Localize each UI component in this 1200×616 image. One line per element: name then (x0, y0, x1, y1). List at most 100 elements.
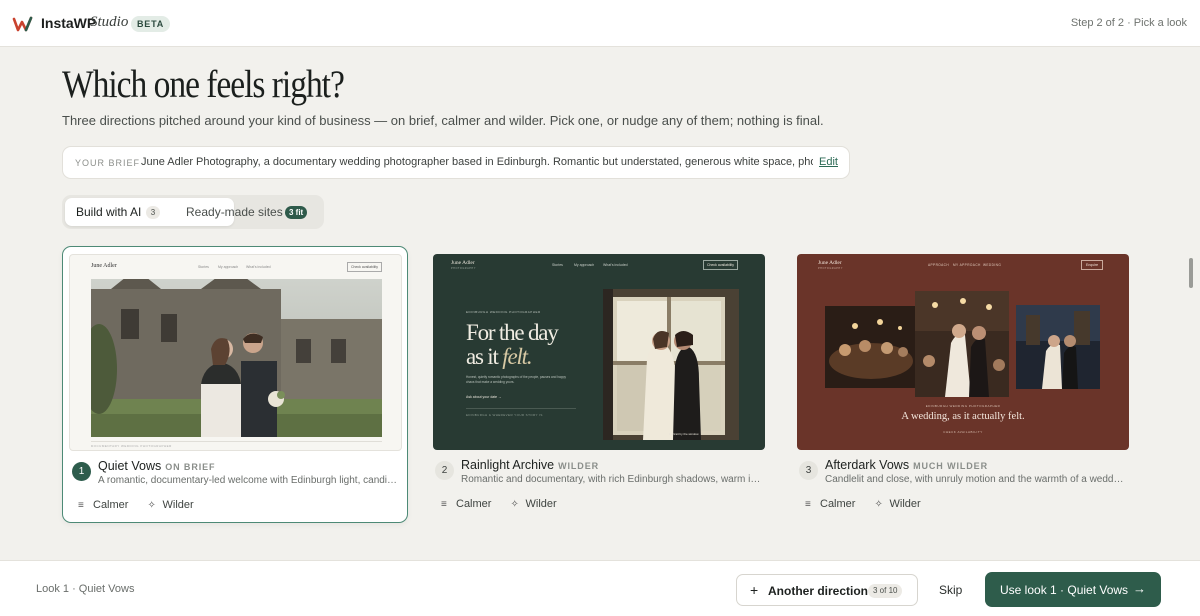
skip-button[interactable]: Skip (939, 583, 962, 597)
tab-count-badge: 3 fit (285, 206, 308, 219)
look-name: Afterdark Vows MUCH WILDER (825, 458, 988, 472)
wilder-button[interactable]: ✧ Wilder (511, 498, 557, 510)
look-tag: MUCH WILDER (913, 461, 988, 471)
tab-label: Build with AI (76, 205, 142, 219)
preview-headline: as it felt. (466, 344, 533, 370)
preview-logo: June Adler (91, 263, 117, 269)
plus-icon: + (750, 582, 759, 598)
brief-edit-link[interactable]: Edit (819, 156, 838, 168)
look-preview[interactable]: June Adler PHOTOGRAPHY Stories My approa… (433, 254, 765, 450)
brand-name: InstaWP (41, 15, 97, 31)
preview-footer-text: EDINBURGH & WHEREVER YOUR STORY IS (466, 413, 543, 417)
step-indicator: Step 2 of 2 · Pick a look (1070, 17, 1187, 29)
preview-caption: DOCUMENTARY WEDDING PHOTOGRAPHER (91, 444, 172, 448)
preview-nav-item: Stories (552, 263, 563, 267)
wilder-label: Wilder (889, 498, 921, 510)
page-title: Which one feels right? (62, 63, 345, 106)
brief-text: June Adler Photography, a documentary we… (141, 156, 813, 168)
scrollbar-thumb[interactable] (1189, 258, 1193, 288)
look-number-badge: 2 (435, 461, 454, 480)
card-actions: ≡ Calmer ✧ Wilder (441, 498, 573, 510)
sparkle-icon: ✧ (147, 500, 156, 511)
beta-badge: BETA (131, 16, 171, 32)
card-actions: ≡ Calmer ✧ Wilder (805, 498, 937, 510)
sparkle-icon: ✧ (510, 499, 519, 510)
wilder-label: Wilder (162, 499, 194, 511)
look-card-afterdark-vows[interactable]: June Adler PHOTOGRAPHY APPROACH MY APPRO… (790, 246, 1136, 523)
brand-studio: Studio (90, 14, 129, 30)
calmer-button[interactable]: ≡ Calmer (441, 498, 491, 510)
mode-tabs: Build with AI 3 Ready-made sites 3 fit (62, 195, 324, 229)
preview-nav-item: What's included (603, 263, 628, 267)
page-subtitle: Three directions pitched around your kin… (62, 113, 824, 128)
look-name: Rainlight Archive WILDER (461, 458, 599, 472)
look-tag: ON BRIEF (165, 462, 216, 472)
calmer-button[interactable]: ≡ Calmer (78, 499, 128, 511)
look-preview[interactable]: June Adler PHOTOGRAPHY APPROACH MY APPRO… (797, 254, 1129, 450)
arrow-right-icon: → (1133, 581, 1146, 596)
card-actions: ≡ Calmer ✧ Wilder (78, 499, 210, 511)
preview-nav-item: APPROACH (928, 263, 950, 267)
preview-kicker: EDINBURGH WEDDING PHOTOGRAPHER (466, 310, 541, 314)
wilder-button[interactable]: ✧ Wilder (148, 499, 194, 511)
direction-count-badge: 3 of 10 (868, 584, 903, 598)
sliders-icon: ≡ (78, 500, 84, 511)
look-description: A romantic, documentary-led welcome with… (98, 475, 398, 486)
preview-kicker: EDINBURGH WEDDING PHOTOGRAPHER (925, 404, 1001, 408)
tab-label: Ready-made sites (186, 205, 283, 219)
preview-headline-part: as it (466, 344, 499, 369)
preview-cta: Check availability (347, 262, 383, 272)
look-description: Candlelit and close, with unruly motion … (825, 474, 1125, 485)
calmer-label: Calmer (456, 498, 492, 510)
calmer-label: Calmer (93, 499, 129, 511)
look-number-badge: 3 (799, 461, 818, 480)
preview-nav-item: Stories (198, 265, 209, 269)
brief-label: YOUR BRIEF (75, 158, 141, 168)
preview-nav-item: My approach (218, 265, 239, 269)
preview-logo: June Adler (451, 260, 475, 266)
preview-headline-accent: felt. (502, 344, 532, 369)
tab-count-badge: 3 (146, 206, 160, 219)
look-card-rainlight-archive[interactable]: June Adler PHOTOGRAPHY Stories My approa… (426, 246, 772, 523)
preview-sublogo: PHOTOGRAPHY (818, 267, 843, 270)
calmer-label: Calmer (820, 498, 856, 510)
couple-window-photo (603, 289, 739, 440)
look-description: Romantic and documentary, with rich Edin… (461, 474, 761, 485)
look-name: Quiet Vows ON BRIEF (98, 459, 215, 473)
look-preview[interactable]: June Adler Stories My approach What's in… (69, 254, 402, 451)
look-name-text: Rainlight Archive (461, 458, 555, 472)
use-look-button[interactable]: Use look 1 · Quiet Vows → (985, 572, 1161, 607)
wilder-button[interactable]: ✧ Wilder (875, 498, 921, 510)
preview-sublogo: PHOTOGRAPHY (451, 267, 476, 270)
reception-photo-center (915, 291, 1009, 397)
sliders-icon: ≡ (441, 499, 447, 510)
preview-divider (466, 408, 576, 409)
preview-nav-item: My approach (574, 263, 595, 267)
preview-cta: Enquire (1081, 260, 1104, 270)
tab-ready-made-sites[interactable]: Ready-made sites 3 fit (182, 198, 322, 226)
preview-photo-caption: Portrait by the window (669, 432, 699, 436)
instawp-logo-icon[interactable] (12, 14, 34, 34)
reception-photo-left (825, 306, 918, 388)
sparkle-icon: ✧ (874, 499, 883, 510)
selected-look-label: Look 1 · Quiet Vows (36, 583, 135, 595)
look-card-quiet-vows[interactable]: June Adler Stories My approach What's in… (62, 246, 408, 523)
use-look-label: Use look 1 · Quiet Vows (1000, 583, 1129, 597)
preview-cta: Check availability (703, 260, 739, 270)
preview-body: Honest, quietly romantic photographs of … (466, 375, 566, 384)
preview-headline: For the day (466, 320, 559, 345)
look-tag: WILDER (558, 461, 600, 471)
wedding-couple-photo (91, 279, 382, 437)
calmer-button[interactable]: ≡ Calmer (805, 498, 855, 510)
look-name-text: Quiet Vows (98, 459, 162, 473)
another-direction-label: Another direction (768, 584, 869, 598)
look-name-text: Afterdark Vows (825, 458, 910, 472)
preview-nav-item: WEDDING (983, 263, 1002, 267)
look-number-badge: 1 (72, 462, 91, 481)
brief-panel: YOUR BRIEF June Adler Photography, a doc… (62, 146, 850, 179)
bottom-action-bar: Look 1 · Quiet Vows + Another direction … (0, 560, 1200, 616)
top-bar: InstaWP Studio BETA Step 2 of 2 · Pick a… (0, 0, 1200, 47)
preview-logo: June Adler (818, 260, 842, 266)
another-direction-button[interactable]: + Another direction 3 of 10 (736, 574, 918, 606)
preview-headline: A wedding, as it actually felt. (901, 411, 1025, 422)
